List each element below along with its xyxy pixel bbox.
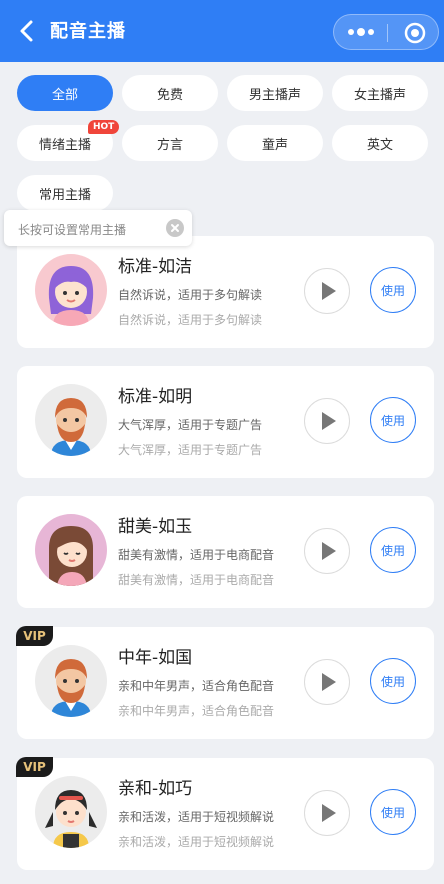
voice-name: 标准-如洁 bbox=[118, 257, 193, 277]
voice-description: 大气浑厚，适用于专题广告 bbox=[118, 418, 263, 432]
tab-female[interactable]: 女主播声 bbox=[332, 75, 428, 111]
page-title: 配音主播 bbox=[50, 21, 126, 42]
tooltip-text: 长按可设置常用主播 bbox=[18, 223, 127, 237]
vip-badge: VIP bbox=[16, 626, 53, 646]
tab-male[interactable]: 男主播声 bbox=[227, 75, 323, 111]
voice-description-secondary: 自然诉说，适用于多句解读 bbox=[118, 313, 263, 327]
voice-description-secondary: 亲和中年男声，适合角色配音 bbox=[118, 704, 275, 718]
back-arrow-icon[interactable] bbox=[14, 16, 42, 46]
use-button[interactable]: 使用 bbox=[370, 658, 416, 704]
tab-english[interactable]: 英文 bbox=[332, 125, 428, 161]
play-button[interactable] bbox=[304, 398, 350, 444]
vip-badge: VIP bbox=[16, 757, 53, 777]
long-press-tooltip: 长按可设置常用主播 bbox=[4, 210, 192, 246]
voice-description: 甜美有激情，适用于电商配音 bbox=[118, 548, 275, 562]
voice-card[interactable]: 标准-如洁 自然诉说，适用于多句解读 自然诉说，适用于多句解读 使用 bbox=[17, 236, 434, 348]
play-icon bbox=[322, 804, 336, 822]
play-icon bbox=[322, 412, 336, 430]
nav-bar: 配音主播 bbox=[0, 0, 444, 62]
capsule-divider bbox=[387, 24, 388, 42]
tab-child[interactable]: 童声 bbox=[227, 125, 323, 161]
avatar bbox=[35, 776, 107, 848]
play-button[interactable] bbox=[304, 528, 350, 574]
play-button[interactable] bbox=[304, 659, 350, 705]
voice-card[interactable]: VIP 中年-如国 亲和中年男声，适合角色配音 亲和中年男声，适合角色配音 使用 bbox=[16, 626, 434, 739]
use-button[interactable]: 使用 bbox=[370, 397, 416, 443]
use-button[interactable]: 使用 bbox=[370, 789, 416, 835]
play-icon bbox=[322, 542, 336, 560]
miniprogram-capsule bbox=[333, 14, 439, 50]
voice-name: 中年-如国 bbox=[118, 648, 193, 668]
voice-card[interactable]: VIP 亲和-如巧 亲和活泼，适用于短视频解说 亲和活泼，适用于短视频解说 使用 bbox=[16, 757, 434, 870]
avatar bbox=[35, 384, 107, 456]
close-icon bbox=[171, 224, 179, 232]
voice-name: 亲和-如巧 bbox=[118, 779, 193, 799]
play-button[interactable] bbox=[304, 790, 350, 836]
hot-badge: HOT bbox=[88, 120, 120, 134]
play-icon bbox=[322, 673, 336, 691]
voice-description-secondary: 大气浑厚，适用于专题广告 bbox=[118, 443, 263, 457]
avatar bbox=[35, 254, 107, 326]
more-icon[interactable] bbox=[346, 25, 376, 39]
voice-description-secondary: 亲和活泼，适用于短视频解说 bbox=[118, 835, 275, 849]
voice-name: 标准-如明 bbox=[118, 387, 193, 407]
play-icon bbox=[322, 282, 336, 300]
tab-dialect[interactable]: 方言 bbox=[122, 125, 218, 161]
voice-card[interactable]: 标准-如明 大气浑厚，适用于专题广告 大气浑厚，适用于专题广告 使用 bbox=[17, 366, 434, 478]
avatar bbox=[35, 514, 107, 586]
voice-description: 自然诉说，适用于多句解读 bbox=[118, 288, 263, 302]
avatar bbox=[35, 645, 107, 717]
voice-card[interactable]: 甜美-如玉 甜美有激情，适用于电商配音 甜美有激情，适用于电商配音 使用 bbox=[17, 496, 434, 608]
close-tooltip-button[interactable] bbox=[166, 219, 184, 237]
tab-free[interactable]: 免费 bbox=[122, 75, 218, 111]
tab-favorite[interactable]: 常用主播 bbox=[17, 175, 113, 211]
use-button[interactable]: 使用 bbox=[370, 527, 416, 573]
tab-all[interactable]: 全部 bbox=[17, 75, 113, 111]
voice-description-secondary: 甜美有激情，适用于电商配音 bbox=[118, 573, 275, 587]
voice-name: 甜美-如玉 bbox=[118, 517, 193, 537]
voice-description: 亲和活泼，适用于短视频解说 bbox=[118, 810, 275, 824]
play-button[interactable] bbox=[304, 268, 350, 314]
close-miniprogram-icon[interactable] bbox=[404, 22, 426, 44]
use-button[interactable]: 使用 bbox=[370, 267, 416, 313]
voice-description: 亲和中年男声，适合角色配音 bbox=[118, 679, 275, 693]
